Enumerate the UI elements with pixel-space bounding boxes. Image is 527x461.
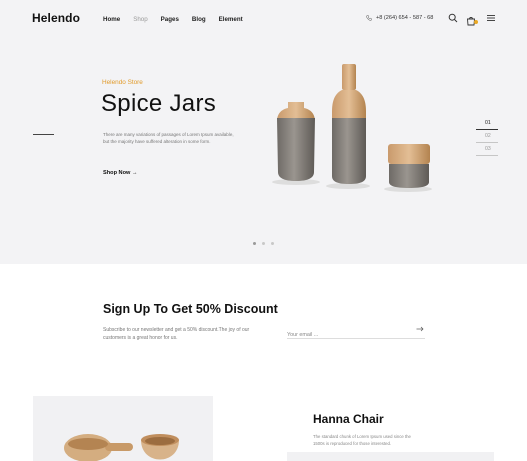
search-icon[interactable] (448, 13, 458, 23)
hero-divider (33, 134, 54, 135)
phone-contact[interactable]: +8 (264) 654 - 587 - 68 (366, 15, 433, 21)
hero-title: Spice Jars (101, 90, 217, 117)
shop-now-button[interactable]: Shop Now → (103, 170, 138, 176)
wooden-bowls-image (64, 434, 179, 461)
hero-description: There are many variations of passages of… (103, 132, 234, 144)
spice-jars-image (272, 64, 432, 192)
carousel-dots (253, 242, 274, 245)
site-logo[interactable]: Helendo (32, 11, 80, 25)
email-input[interactable] (287, 330, 407, 338)
carousel-dot[interactable] (271, 242, 274, 245)
arrow-right-icon[interactable] (416, 326, 424, 332)
newsletter-title: Sign Up To Get 50% Discount (103, 302, 278, 316)
slide-02[interactable]: 02 (476, 132, 498, 143)
phone-number: +8 (264) 654 - 587 - 68 (376, 15, 434, 21)
product-image[interactable] (33, 396, 213, 461)
slide-pagination: 01 02 03 (476, 119, 498, 158)
newsletter-form (287, 323, 425, 339)
slide-03[interactable]: 03 (476, 145, 498, 156)
nav-item-shop[interactable]: Shop (133, 16, 147, 23)
main-nav: Home Shop Pages Blog Element (103, 16, 256, 23)
nav-item-pages[interactable]: Pages (161, 16, 179, 23)
carousel-dot[interactable] (262, 242, 265, 245)
cart-button[interactable] (466, 13, 478, 26)
product-panel (287, 452, 494, 461)
carousel-dot[interactable] (253, 242, 256, 245)
nav-item-home[interactable]: Home (103, 16, 120, 23)
menu-icon[interactable] (486, 13, 496, 23)
phone-icon (366, 15, 372, 21)
hero-eyebrow: Helendo Store (102, 79, 143, 86)
product-description: The standard chunk of Lorem Ipsum used s… (313, 434, 411, 446)
nav-item-blog[interactable]: Blog (192, 16, 206, 23)
cart-badge (474, 20, 478, 24)
site-header: Helendo Home Shop Pages Blog Element +8 … (0, 0, 527, 40)
product-title: Hanna Chair (313, 412, 384, 426)
nav-item-element[interactable]: Element (219, 16, 243, 23)
newsletter-description: Subscribe to our newsletter and get a 50… (103, 327, 250, 341)
slide-01[interactable]: 01 (476, 119, 498, 130)
